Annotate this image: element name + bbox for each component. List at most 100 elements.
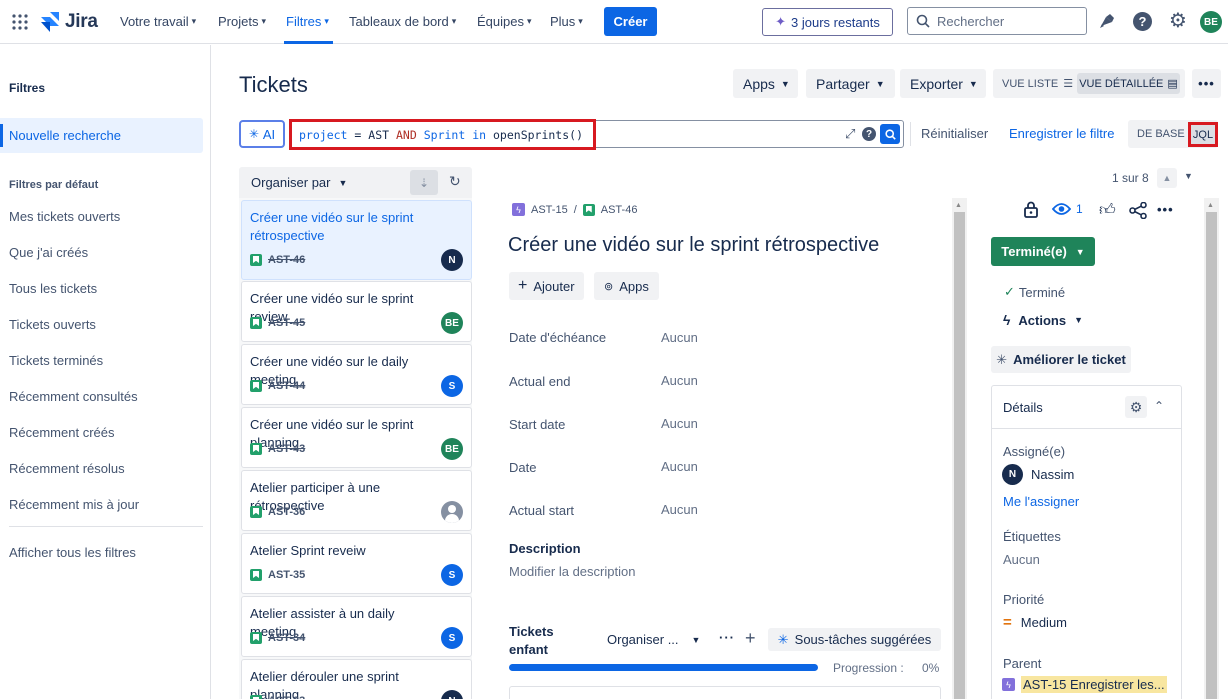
sidebar-item-done[interactable]: Tickets terminés bbox=[9, 353, 103, 368]
more-options-icon[interactable]: ••• bbox=[1157, 202, 1174, 217]
jql-input[interactable]: project = AST AND Sprint in openSprints(… bbox=[289, 119, 904, 150]
sidebar-item-resolved[interactable]: Récemment résolus bbox=[9, 461, 125, 476]
suggested-subtasks-button[interactable]: ✳ Sous-tâches suggérées bbox=[768, 628, 941, 651]
settings-icon[interactable]: ⚙ bbox=[1169, 11, 1187, 31]
labels-value[interactable]: Aucun bbox=[1003, 552, 1040, 567]
app-switcher-icon[interactable] bbox=[12, 14, 28, 30]
nav-dashboards[interactable]: Tableaux de bord ▾ bbox=[349, 14, 456, 29]
more-actions-button[interactable]: ••• bbox=[1192, 69, 1221, 98]
field-value[interactable]: Aucun bbox=[661, 373, 698, 388]
expand-icon[interactable]: ⤢ bbox=[845, 126, 855, 142]
sidebar-item-updated[interactable]: Récemment mis à jour bbox=[9, 497, 139, 512]
assignee-name[interactable]: Nassim bbox=[1031, 467, 1074, 482]
button-label: VUE DÉTAILLÉE bbox=[1079, 77, 1164, 90]
notifications-icon[interactable] bbox=[1098, 13, 1115, 30]
detail-view-button[interactable]: VUE DÉTAILLÉE ▤ bbox=[1077, 73, 1180, 94]
ticket-key: AST-34 bbox=[268, 632, 306, 644]
ticket-card[interactable]: Atelier assister à un daily meeting AST-… bbox=[241, 596, 472, 657]
ticket-card[interactable]: Créer une vidéo sur le sprint planning A… bbox=[241, 407, 472, 468]
chevron-down-icon: ▾ bbox=[191, 16, 197, 26]
assign-to-me-link[interactable]: Me l'assigner bbox=[1003, 494, 1079, 509]
field-label: Date d'échéance bbox=[509, 330, 607, 345]
improve-ticket-button[interactable]: ✳ Améliorer le ticket bbox=[991, 346, 1131, 373]
ticket-card[interactable]: Atelier dérouler une sprint planning AST… bbox=[241, 659, 472, 699]
previous-ticket-button[interactable]: ▲ bbox=[1157, 168, 1177, 188]
ticket-card[interactable]: Atelier participer à une rétrospective A… bbox=[241, 470, 472, 531]
share-button[interactable]: Partager ▼ bbox=[806, 69, 895, 98]
add-button[interactable]: + Ajouter bbox=[509, 272, 584, 300]
sidebar-item-created[interactable]: Récemment créés bbox=[9, 425, 114, 440]
children-sort-dropdown[interactable]: Organiser ... ▼ bbox=[607, 632, 700, 647]
jira-logo[interactable]: Jira bbox=[41, 11, 98, 33]
breadcrumb-ticket-key[interactable]: AST-46 bbox=[601, 204, 638, 216]
field-value[interactable]: Aucun bbox=[661, 502, 698, 517]
detail-scrollbar[interactable]: ▲ bbox=[952, 198, 967, 699]
ticket-title-heading[interactable]: Créer une vidéo sur le sprint rétrospect… bbox=[508, 234, 879, 257]
details-heading: Détails bbox=[1003, 400, 1043, 415]
sidebar-item-new-search[interactable]: Nouvelle recherche bbox=[0, 118, 203, 153]
share-icon[interactable] bbox=[1129, 202, 1147, 219]
user-avatar[interactable]: BE bbox=[1200, 11, 1222, 33]
sidebar-item-open[interactable]: Tickets ouverts bbox=[9, 317, 96, 332]
field-value[interactable]: Aucun bbox=[661, 416, 698, 431]
chevron-up-icon[interactable]: ⌃ bbox=[1154, 399, 1164, 413]
help-icon[interactable]: ? bbox=[1133, 12, 1152, 31]
search-input[interactable]: Rechercher bbox=[907, 7, 1087, 35]
lock-icon[interactable] bbox=[1024, 201, 1038, 218]
nav-your-work[interactable]: Votre travail ▾ bbox=[120, 14, 196, 29]
jql-keyword: AND bbox=[396, 128, 417, 142]
reset-button[interactable]: Réinitialiser bbox=[921, 126, 988, 141]
view-toggle: VUE LISTE ☰ VUE DÉTAILLÉE ▤ bbox=[993, 69, 1185, 98]
export-button[interactable]: Exporter ▼ bbox=[900, 69, 986, 98]
watch-button[interactable]: 1 bbox=[1052, 202, 1083, 216]
right-panel-scrollbar[interactable]: ▲ bbox=[1204, 198, 1219, 699]
ai-sparkle-icon: ✳ bbox=[248, 127, 259, 141]
next-ticket-button[interactable]: ▼ bbox=[1184, 171, 1193, 181]
breadcrumb: ϟ AST-15 / AST-46 bbox=[512, 203, 637, 216]
apps-detail-button[interactable]: ⊚ Apps bbox=[594, 272, 659, 300]
nav-projects[interactable]: Projets ▾ bbox=[218, 14, 266, 29]
jql-query-text: project = AST AND Sprint in openSprints(… bbox=[299, 128, 583, 142]
ticket-card[interactable]: Créer une vidéo sur le daily meeting AST… bbox=[241, 344, 472, 405]
sidebar-item-viewed[interactable]: Récemment consultés bbox=[9, 389, 138, 404]
ticket-card-selected[interactable]: Créer une vidéo sur le sprint rétrospect… bbox=[241, 200, 472, 280]
description-editor[interactable]: Modifier la description bbox=[509, 564, 635, 579]
nav-teams[interactable]: Équipes ▾ bbox=[477, 14, 532, 29]
save-filter-button[interactable]: Enregistrer le filtre bbox=[1009, 126, 1114, 141]
ai-button[interactable]: ✳ AI bbox=[239, 120, 285, 148]
list-view-button[interactable]: VUE LISTE ☰ bbox=[997, 73, 1078, 94]
sidebar-item-all[interactable]: Tous les tickets bbox=[9, 281, 97, 296]
create-button[interactable]: Créer bbox=[604, 7, 657, 36]
jql-operator: in bbox=[472, 128, 487, 142]
status-dropdown[interactable]: Terminé(e) ▼ bbox=[991, 237, 1095, 266]
nav-more[interactable]: Plus ▾ bbox=[550, 14, 583, 29]
parent-value[interactable]: ϟ AST-15 Enregistrer les... bbox=[1002, 676, 1167, 693]
breadcrumb-parent-key[interactable]: AST-15 bbox=[531, 204, 568, 216]
actions-dropdown[interactable]: ϟ Actions ▼ bbox=[1003, 312, 1083, 328]
basic-mode-button[interactable]: DE BASE bbox=[1137, 128, 1185, 140]
ticket-card[interactable]: Créer une vidéo sur le sprint review AST… bbox=[241, 281, 472, 342]
help-icon[interactable]: ? bbox=[862, 127, 876, 141]
sidebar-item-my-open[interactable]: Mes tickets ouverts bbox=[9, 209, 120, 224]
apps-button[interactable]: Apps ▼ bbox=[733, 69, 798, 98]
field-value[interactable]: Aucun bbox=[661, 459, 698, 474]
sort-order-button[interactable]: ⇣ bbox=[410, 170, 438, 195]
sort-dropdown[interactable]: Organiser par ▼ bbox=[251, 175, 347, 190]
add-child-icon[interactable]: + bbox=[745, 628, 756, 649]
sidebar-show-all-filters[interactable]: Afficher tous les filtres bbox=[9, 545, 136, 560]
children-more-icon[interactable]: ··· bbox=[719, 630, 735, 645]
trial-button[interactable]: ✦ 3 jours restants bbox=[762, 8, 893, 36]
story-icon bbox=[250, 443, 262, 455]
ticket-card[interactable]: Atelier Sprint reveiw AST-35 S bbox=[241, 533, 472, 594]
refresh-icon[interactable]: ↻ bbox=[449, 173, 461, 190]
nav-filters[interactable]: Filtres ▾ bbox=[286, 14, 329, 29]
priority-value[interactable]: = Medium bbox=[1003, 615, 1067, 630]
details-settings-icon[interactable]: ⚙ bbox=[1125, 396, 1147, 418]
field-label: Date bbox=[509, 460, 537, 475]
field-value[interactable]: Aucun bbox=[661, 330, 698, 345]
search-submit-button[interactable] bbox=[880, 124, 900, 144]
like-icon[interactable]: 👍︎ bbox=[1099, 201, 1116, 220]
jql-mode-button[interactable]: JQL bbox=[1188, 122, 1218, 147]
story-icon bbox=[250, 569, 262, 581]
sidebar-item-reported[interactable]: Que j'ai créés bbox=[9, 245, 88, 260]
